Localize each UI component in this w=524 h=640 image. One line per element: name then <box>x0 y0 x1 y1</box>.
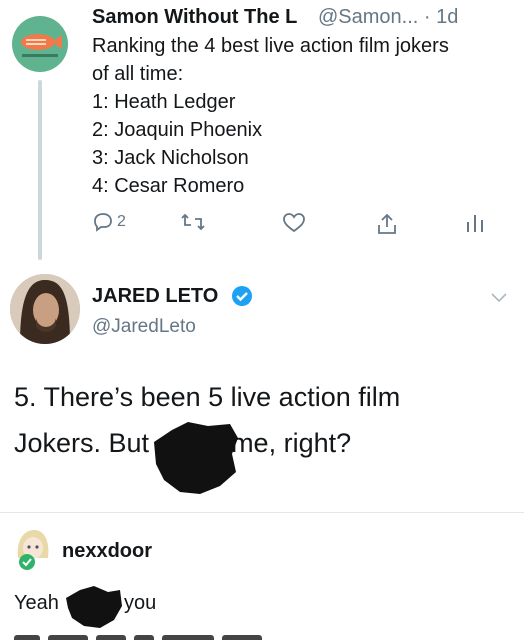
retweet-button[interactable] <box>180 212 206 232</box>
samon-avatar[interactable] <box>12 16 68 72</box>
heart-icon <box>283 213 305 233</box>
tweet-author-meta[interactable]: @Samon... · 1d <box>318 6 458 29</box>
tweet-author-handle[interactable]: @Samon... <box>318 6 418 28</box>
tweet-text-line: of all time: <box>92 63 184 85</box>
analytics-button[interactable] <box>464 212 486 234</box>
reply-author-handle[interactable]: @JaredLeto <box>92 316 196 338</box>
redaction-scribble <box>150 420 240 501</box>
like-button[interactable] <box>282 212 306 234</box>
comment-text-end: you <box>124 592 157 614</box>
thread-line <box>38 80 42 260</box>
cropped-text-fragment <box>14 628 304 640</box>
meta-separator: · <box>418 6 437 28</box>
tweet-text-line: 4: Cesar Romero <box>92 175 245 197</box>
share-button[interactable] <box>376 212 398 236</box>
tweet-text-line: 3: Jack Nicholson <box>92 147 249 169</box>
share-icon <box>378 213 396 234</box>
comment-author-name[interactable]: nexxdoor <box>62 540 152 563</box>
chevron-down-icon[interactable] <box>490 290 508 308</box>
reply-author-name[interactable]: JARED LETO <box>92 285 218 308</box>
analytics-icon <box>467 215 483 232</box>
jared-leto-avatar[interactable] <box>10 274 80 344</box>
salmon-icon <box>21 34 62 57</box>
tweet-text-line: Ranking the 4 best live action film joke… <box>92 35 449 57</box>
retweet-icon <box>181 213 205 231</box>
reply-count: 2 <box>117 213 126 230</box>
tweet-text-line: 1: Heath Ledger <box>92 91 236 113</box>
verified-badge-icon <box>232 286 252 306</box>
person-photo-icon <box>10 274 80 344</box>
reply-button[interactable]: 2 <box>92 212 126 232</box>
nexxdoor-avatar[interactable] <box>14 528 52 572</box>
reply-text-line: 5. There’s been 5 live action film <box>14 382 401 412</box>
tweet-author-name[interactable]: Samon Without The L <box>92 6 297 29</box>
comment-text-start: Yeah <box>14 592 59 614</box>
anime-avatar-icon <box>17 530 49 570</box>
reply-text-start: Jokers. But <box>14 428 150 458</box>
tweet-text-line: 2: Joaquin Phoenix <box>92 119 263 141</box>
divider <box>0 512 524 513</box>
tweet-time[interactable]: 1d <box>436 6 458 28</box>
reply-icon <box>94 213 112 232</box>
reply-text-end: me, right? <box>231 428 352 458</box>
